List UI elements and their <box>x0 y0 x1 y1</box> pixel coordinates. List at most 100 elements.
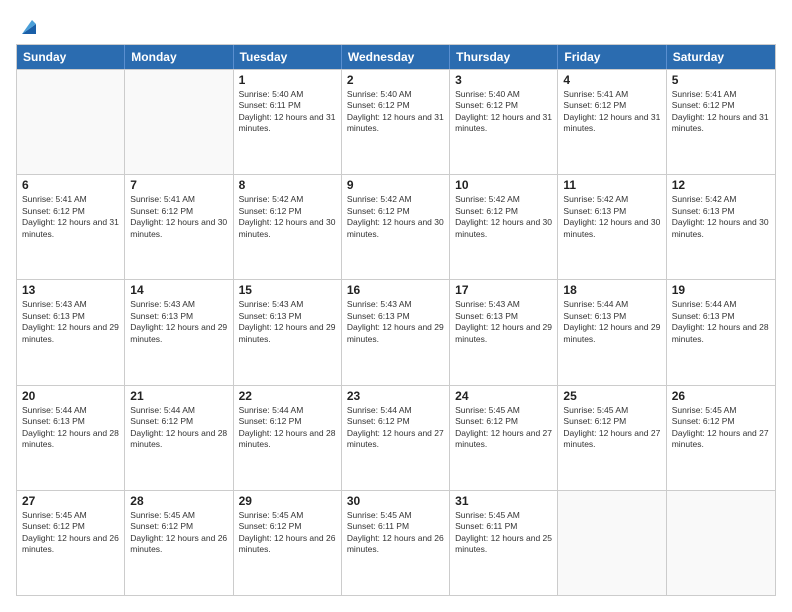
calendar-cell: 7 Sunrise: 5:41 AM Sunset: 6:12 PM Daylig… <box>125 175 233 279</box>
day-number: 18 <box>563 283 660 297</box>
day-number: 30 <box>347 494 444 508</box>
calendar-row-4: 20 Sunrise: 5:44 AM Sunset: 6:13 PM Dayli… <box>17 385 775 490</box>
calendar-cell: 23 Sunrise: 5:44 AM Sunset: 6:12 PM Dayli… <box>342 386 450 490</box>
day-info: Sunrise: 5:44 AM Sunset: 6:13 PM Dayligh… <box>22 405 119 451</box>
page: Sunday Monday Tuesday Wednesday Thursday… <box>0 0 792 612</box>
header <box>16 16 776 34</box>
calendar-cell: 28 Sunrise: 5:45 AM Sunset: 6:12 PM Dayli… <box>125 491 233 595</box>
calendar-cell: 13Sunrise: 5:43 AM Sunset: 6:13 PM Dayli… <box>17 280 125 384</box>
day-info: Sunrise: 5:41 AM Sunset: 6:12 PM Dayligh… <box>672 89 770 135</box>
calendar-cell: 10 Sunrise: 5:42 AM Sunset: 6:12 PM Dayli… <box>450 175 558 279</box>
header-wednesday: Wednesday <box>342 45 450 69</box>
day-info: Sunrise: 5:45 AM Sunset: 6:11 PM Dayligh… <box>347 510 444 556</box>
calendar-cell: 6Sunrise: 5:41 AM Sunset: 6:12 PM Daylig… <box>17 175 125 279</box>
calendar-cell <box>125 70 233 174</box>
day-number: 22 <box>239 389 336 403</box>
day-number: 20 <box>22 389 119 403</box>
day-info: Sunrise: 5:45 AM Sunset: 6:12 PM Dayligh… <box>130 510 227 556</box>
calendar-body: 1 Sunrise: 5:40 AM Sunset: 6:11 PM Daylig… <box>17 69 775 595</box>
day-info: Sunrise: 5:41 AM Sunset: 6:12 PM Dayligh… <box>130 194 227 240</box>
day-number: 2 <box>347 73 444 87</box>
day-info: Sunrise: 5:45 AM Sunset: 6:12 PM Dayligh… <box>239 510 336 556</box>
day-number: 14 <box>130 283 227 297</box>
day-number: 5 <box>672 73 770 87</box>
day-number: 29 <box>239 494 336 508</box>
calendar-cell: 11Sunrise: 5:42 AM Sunset: 6:13 PM Dayli… <box>558 175 666 279</box>
calendar-cell: 20 Sunrise: 5:44 AM Sunset: 6:13 PM Dayli… <box>17 386 125 490</box>
calendar-row-2: 6 Sunrise: 5:41 AM Sunset: 6:12 PM Daylig… <box>17 174 775 279</box>
day-info: Sunrise: 5:45 AM Sunset: 6:12 PM Dayligh… <box>455 405 552 451</box>
header-friday: Friday <box>558 45 666 69</box>
calendar-cell <box>558 491 666 595</box>
calendar-cell: 2 Sunrise: 5:40 AM Sunset: 6:12 PM Daylig… <box>342 70 450 174</box>
day-number: 6 <box>22 178 119 192</box>
day-info: Sunrise: 5:45 AM Sunset: 6:12 PM Dayligh… <box>563 405 660 451</box>
day-number: 4 <box>563 73 660 87</box>
day-info: Sunrise: 5:42 AM Sunset: 6:12 PM Dayligh… <box>347 194 444 240</box>
day-info: Sunrise: 5:43 AM Sunset: 6:13 PM Dayligh… <box>130 299 227 345</box>
calendar-cell: 25Sunrise: 5:45 AM Sunset: 6:12 PM Dayli… <box>558 386 666 490</box>
day-number: 12 <box>672 178 770 192</box>
calendar-row-3: 13Sunrise: 5:43 AM Sunset: 6:13 PM Dayli… <box>17 279 775 384</box>
header-sunday: Sunday <box>17 45 125 69</box>
calendar-cell: 27 Sunrise: 5:45 AM Sunset: 6:12 PM Dayli… <box>17 491 125 595</box>
day-number: 21 <box>130 389 227 403</box>
calendar-header: Sunday Monday Tuesday Wednesday Thursday… <box>17 45 775 69</box>
day-info: Sunrise: 5:42 AM Sunset: 6:13 PM Dayligh… <box>563 194 660 240</box>
day-info: Sunrise: 5:42 AM Sunset: 6:13 PM Dayligh… <box>672 194 770 240</box>
calendar-cell: 1 Sunrise: 5:40 AM Sunset: 6:11 PM Daylig… <box>234 70 342 174</box>
calendar-row-5: 27 Sunrise: 5:45 AM Sunset: 6:12 PM Dayli… <box>17 490 775 595</box>
calendar-cell: 22Sunrise: 5:44 AM Sunset: 6:12 PM Dayli… <box>234 386 342 490</box>
calendar-cell: 14 Sunrise: 5:43 AM Sunset: 6:13 PM Dayli… <box>125 280 233 384</box>
header-monday: Monday <box>125 45 233 69</box>
calendar-cell: 29 Sunrise: 5:45 AM Sunset: 6:12 PM Dayli… <box>234 491 342 595</box>
day-info: Sunrise: 5:42 AM Sunset: 6:12 PM Dayligh… <box>455 194 552 240</box>
day-info: Sunrise: 5:43 AM Sunset: 6:13 PM Dayligh… <box>22 299 119 345</box>
day-info: Sunrise: 5:43 AM Sunset: 6:13 PM Dayligh… <box>239 299 336 345</box>
calendar-cell: 21Sunrise: 5:44 AM Sunset: 6:12 PM Dayli… <box>125 386 233 490</box>
day-number: 16 <box>347 283 444 297</box>
day-number: 23 <box>347 389 444 403</box>
day-number: 19 <box>672 283 770 297</box>
calendar-cell: 19 Sunrise: 5:44 AM Sunset: 6:13 PM Dayli… <box>667 280 775 384</box>
day-info: Sunrise: 5:40 AM Sunset: 6:12 PM Dayligh… <box>347 89 444 135</box>
day-number: 28 <box>130 494 227 508</box>
calendar-cell: 15 Sunrise: 5:43 AM Sunset: 6:13 PM Dayli… <box>234 280 342 384</box>
header-saturday: Saturday <box>667 45 775 69</box>
calendar-cell: 24 Sunrise: 5:45 AM Sunset: 6:12 PM Dayli… <box>450 386 558 490</box>
logo <box>16 16 40 34</box>
calendar-cell <box>17 70 125 174</box>
day-number: 10 <box>455 178 552 192</box>
calendar-cell: 31Sunrise: 5:45 AM Sunset: 6:11 PM Dayli… <box>450 491 558 595</box>
header-thursday: Thursday <box>450 45 558 69</box>
calendar-row-1: 1 Sunrise: 5:40 AM Sunset: 6:11 PM Daylig… <box>17 69 775 174</box>
day-number: 31 <box>455 494 552 508</box>
day-info: Sunrise: 5:44 AM Sunset: 6:12 PM Dayligh… <box>347 405 444 451</box>
day-number: 9 <box>347 178 444 192</box>
day-number: 24 <box>455 389 552 403</box>
day-number: 7 <box>130 178 227 192</box>
calendar-cell: 5 Sunrise: 5:41 AM Sunset: 6:12 PM Daylig… <box>667 70 775 174</box>
calendar-cell: 18Sunrise: 5:44 AM Sunset: 6:13 PM Dayli… <box>558 280 666 384</box>
day-info: Sunrise: 5:45 AM Sunset: 6:12 PM Dayligh… <box>22 510 119 556</box>
day-info: Sunrise: 5:44 AM Sunset: 6:13 PM Dayligh… <box>672 299 770 345</box>
day-info: Sunrise: 5:41 AM Sunset: 6:12 PM Dayligh… <box>563 89 660 135</box>
day-number: 15 <box>239 283 336 297</box>
day-info: Sunrise: 5:40 AM Sunset: 6:12 PM Dayligh… <box>455 89 552 135</box>
day-number: 1 <box>239 73 336 87</box>
calendar-cell: 8Sunrise: 5:42 AM Sunset: 6:12 PM Daylig… <box>234 175 342 279</box>
calendar: Sunday Monday Tuesday Wednesday Thursday… <box>16 44 776 596</box>
calendar-cell: 16 Sunrise: 5:43 AM Sunset: 6:13 PM Dayli… <box>342 280 450 384</box>
logo-icon <box>18 16 40 38</box>
day-number: 27 <box>22 494 119 508</box>
day-number: 8 <box>239 178 336 192</box>
calendar-cell: 30 Sunrise: 5:45 AM Sunset: 6:11 PM Dayli… <box>342 491 450 595</box>
calendar-cell <box>667 491 775 595</box>
day-info: Sunrise: 5:45 AM Sunset: 6:12 PM Dayligh… <box>672 405 770 451</box>
calendar-cell: 12 Sunrise: 5:42 AM Sunset: 6:13 PM Dayli… <box>667 175 775 279</box>
calendar-cell: 4 Sunrise: 5:41 AM Sunset: 6:12 PM Daylig… <box>558 70 666 174</box>
header-tuesday: Tuesday <box>234 45 342 69</box>
day-info: Sunrise: 5:43 AM Sunset: 6:13 PM Dayligh… <box>347 299 444 345</box>
calendar-cell: 26Sunrise: 5:45 AM Sunset: 6:12 PM Dayli… <box>667 386 775 490</box>
day-info: Sunrise: 5:40 AM Sunset: 6:11 PM Dayligh… <box>239 89 336 135</box>
